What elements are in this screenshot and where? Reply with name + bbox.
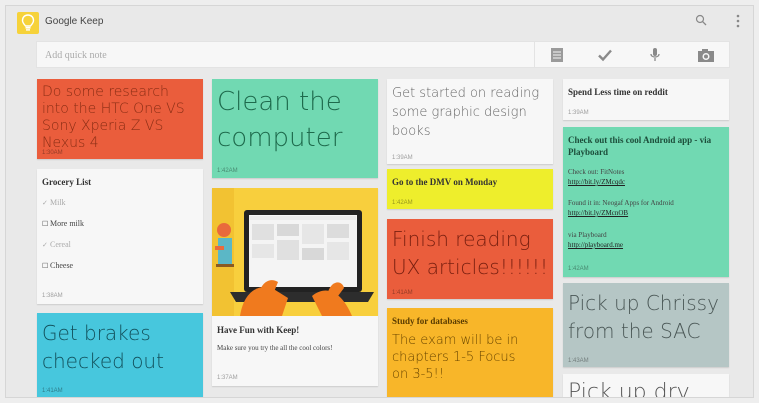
note-clean-computer[interactable]: Clean the computer 1:42AM: [212, 79, 378, 178]
keep-logo[interactable]: [17, 12, 39, 34]
note-graphic-time: 1:39AM: [392, 155, 413, 161]
keep-illustration: [212, 188, 378, 316]
note-htc-time: 1:30AM: [42, 150, 63, 156]
note-fun-time: 1:37AM: [217, 375, 238, 381]
note-android-line2: Found it in: Neogaf Apps for Android: [568, 199, 674, 207]
grocery-item[interactable]: ✓ Milk: [42, 198, 66, 207]
note-android-app[interactable]: Check out this cool Android app - via Pl…: [563, 127, 729, 277]
microphone-icon[interactable]: [649, 47, 661, 63]
note-study-title: Study for databases: [392, 316, 468, 326]
note-ux-articles[interactable]: Finish reading UX articles!!!!!! 1:41AM: [387, 219, 553, 299]
note-brakes-time: 1:41AM: [42, 388, 63, 394]
note-study-databases[interactable]: Study for databases The exam will be in …: [387, 308, 553, 397]
note-fun-body: Make sure you try the all the cool color…: [217, 344, 333, 352]
quick-note-bar[interactable]: Add quick note: [36, 41, 730, 68]
note-htc-research[interactable]: Do some research into the HTC One VS Son…: [37, 79, 203, 159]
top-bar: Google Keep: [6, 6, 753, 38]
note-graphic-design[interactable]: Get started on reading some graphic desi…: [387, 79, 553, 164]
lightbulb-icon: [21, 14, 35, 31]
grocery-item-label: Cheese: [50, 261, 74, 270]
note-study-body: The exam will be in chapters 1-5 Focus o…: [392, 333, 519, 382]
note-dry-text: Pick up dry: [568, 380, 690, 398]
grocery-item-label: Milk: [50, 198, 66, 207]
search-icon[interactable]: [695, 14, 707, 26]
note-grocery-title: Grocery List: [42, 177, 92, 187]
more-vert-icon[interactable]: [735, 14, 741, 28]
app-title: Google Keep: [45, 16, 104, 27]
note-clean-text: Clean the computer: [217, 87, 343, 153]
note-reddit-time: 1:39AM: [568, 110, 589, 116]
note-dmv-time: 1:42AM: [392, 200, 413, 206]
note-get-brakes[interactable]: Get brakes checked out 1:41AM: [37, 313, 203, 397]
note-pick-up-dry[interactable]: Pick up dry: [563, 374, 729, 398]
note-brakes-text: Get brakes checked out: [42, 321, 164, 373]
note-grocery-time: 1:38AM: [42, 293, 63, 299]
note-android-link2[interactable]: http://bit.ly/ZMcnOB: [568, 209, 628, 217]
note-android-link3[interactable]: http://playboard.me: [568, 241, 623, 249]
quick-note-placeholder: Add quick note: [45, 50, 107, 61]
note-chrissy-time: 1:43AM: [568, 358, 589, 364]
note-dmv-title: Go to the DMV on Monday: [392, 177, 498, 187]
note-have-fun[interactable]: Have Fun with Keep! Make sure you try th…: [212, 188, 378, 386]
list-icon[interactable]: [550, 47, 564, 63]
note-ux-text: Finish reading UX articles!!!!!!: [392, 227, 548, 279]
note-android-time: 1:42AM: [568, 266, 589, 272]
keep-window: Google Keep Add quick note Do some resea…: [5, 5, 754, 398]
note-pick-up-chrissy[interactable]: Pick up Chrissy from the SAC 1:43AM: [563, 283, 729, 367]
note-fun-title: Have Fun with Keep!: [217, 325, 300, 335]
note-clean-time: 1:42AM: [217, 168, 238, 174]
quick-note-divider: [534, 42, 535, 67]
note-android-line1: Check out: FitNotes: [568, 168, 625, 176]
note-reddit[interactable]: Spend Less time on reddit 1:39AM: [563, 79, 729, 120]
note-htc-text: Do some research into the HTC One VS Son…: [42, 84, 185, 151]
note-ux-time: 1:41AM: [392, 290, 413, 296]
grocery-item-label: More milk: [50, 219, 84, 228]
note-graphic-text: Get started on reading some graphic desi…: [392, 86, 540, 139]
note-chrissy-text: Pick up Chrissy from the SAC: [568, 291, 719, 343]
note-grocery-list[interactable]: Grocery List ✓ Milk ☐ More milk ✓ Cereal ☐ C…: [37, 169, 203, 304]
grocery-item[interactable]: ☐ More milk: [42, 219, 84, 228]
note-dmv[interactable]: Go to the DMV on Monday 1:42AM: [387, 169, 553, 209]
grocery-item[interactable]: ✓ Cereal: [42, 240, 71, 249]
grocery-item[interactable]: ☐ Cheese: [42, 261, 73, 270]
note-android-title: Check out this cool Android app - via Pl…: [568, 135, 712, 157]
note-reddit-title: Spend Less time on reddit: [568, 87, 668, 97]
grocery-item-label: Cereal: [50, 240, 71, 249]
note-android-link1[interactable]: http://bit.ly/ZMcqdc: [568, 178, 625, 186]
camera-icon[interactable]: [697, 47, 715, 63]
check-icon[interactable]: [597, 47, 613, 63]
note-android-line3: via Playboard: [568, 231, 607, 239]
